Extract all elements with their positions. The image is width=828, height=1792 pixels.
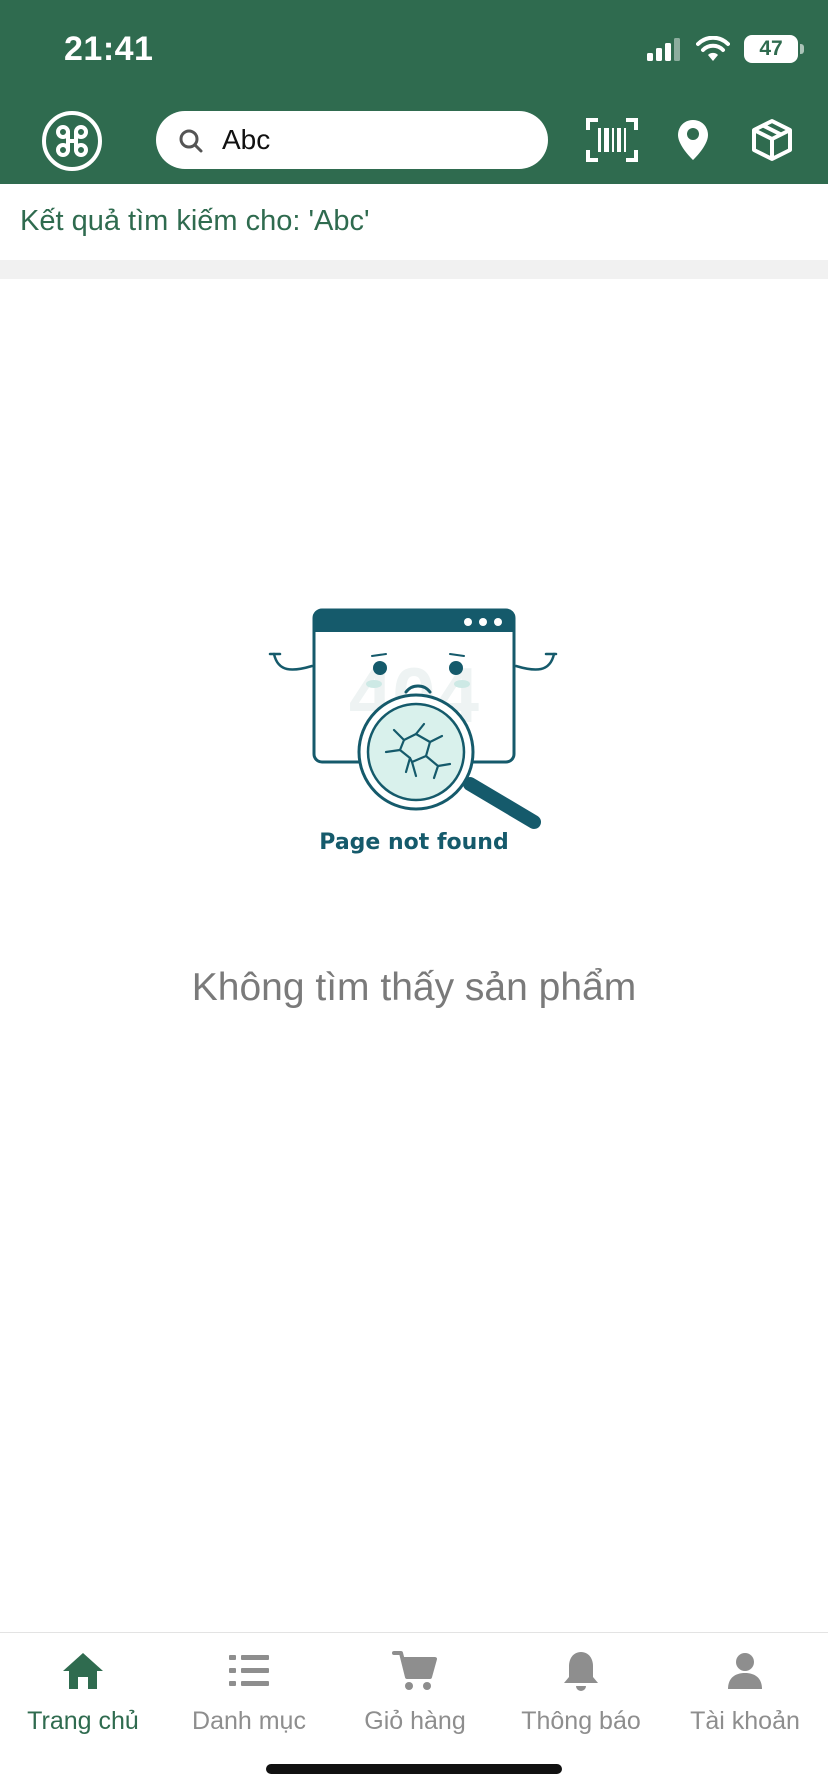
tab-home-label: Trang chủ xyxy=(27,1707,139,1735)
battery-indicator: 47 xyxy=(744,35,804,63)
orders-button[interactable] xyxy=(744,112,800,168)
tab-categories-label: Danh mục xyxy=(192,1707,306,1735)
user-icon xyxy=(721,1647,769,1695)
tab-home[interactable]: Trang chủ xyxy=(0,1647,166,1747)
status-time: 21:41 xyxy=(64,30,154,68)
cellular-signal-icon xyxy=(647,38,680,61)
search-icon xyxy=(179,129,203,153)
cart-icon xyxy=(391,1647,439,1695)
logo-icon[interactable] xyxy=(41,110,103,172)
tab-account-label: Tài khoản xyxy=(690,1707,800,1735)
tab-notifications[interactable]: Thông báo xyxy=(498,1647,664,1747)
search-input[interactable] xyxy=(222,111,532,169)
tab-account[interactable]: Tài khoản xyxy=(662,1647,828,1747)
home-indicator xyxy=(266,1764,562,1774)
battery-level: 47 xyxy=(759,37,783,60)
page-not-found-illustration: 404 Page not found xyxy=(268,608,558,855)
search-results-label: Kết quả tìm kiếm cho: 'Abc' xyxy=(20,205,370,237)
no-products-message: Không tìm thấy sản phẩm xyxy=(191,966,637,1009)
barcode-scan-button[interactable] xyxy=(584,112,640,168)
barcode-icon xyxy=(586,118,638,162)
tab-cart-label: Giỏ hàng xyxy=(364,1707,466,1735)
tab-cart[interactable]: Giỏ hàng xyxy=(332,1647,498,1747)
wifi-icon xyxy=(696,36,730,61)
status-icons: 47 xyxy=(646,34,804,64)
tab-categories[interactable]: Danh mục xyxy=(166,1647,332,1747)
location-pin-icon xyxy=(678,120,708,160)
page-not-found-caption: Page not found xyxy=(319,830,508,855)
store-location-button[interactable] xyxy=(665,112,721,168)
app-header: 21:41 47 xyxy=(0,0,828,184)
section-divider xyxy=(0,260,828,279)
search-bar[interactable] xyxy=(156,111,548,169)
home-icon xyxy=(59,1647,107,1695)
tab-notifications-label: Thông báo xyxy=(521,1707,641,1735)
list-icon xyxy=(225,1647,273,1695)
bell-icon xyxy=(557,1647,605,1695)
package-box-icon xyxy=(752,119,792,161)
